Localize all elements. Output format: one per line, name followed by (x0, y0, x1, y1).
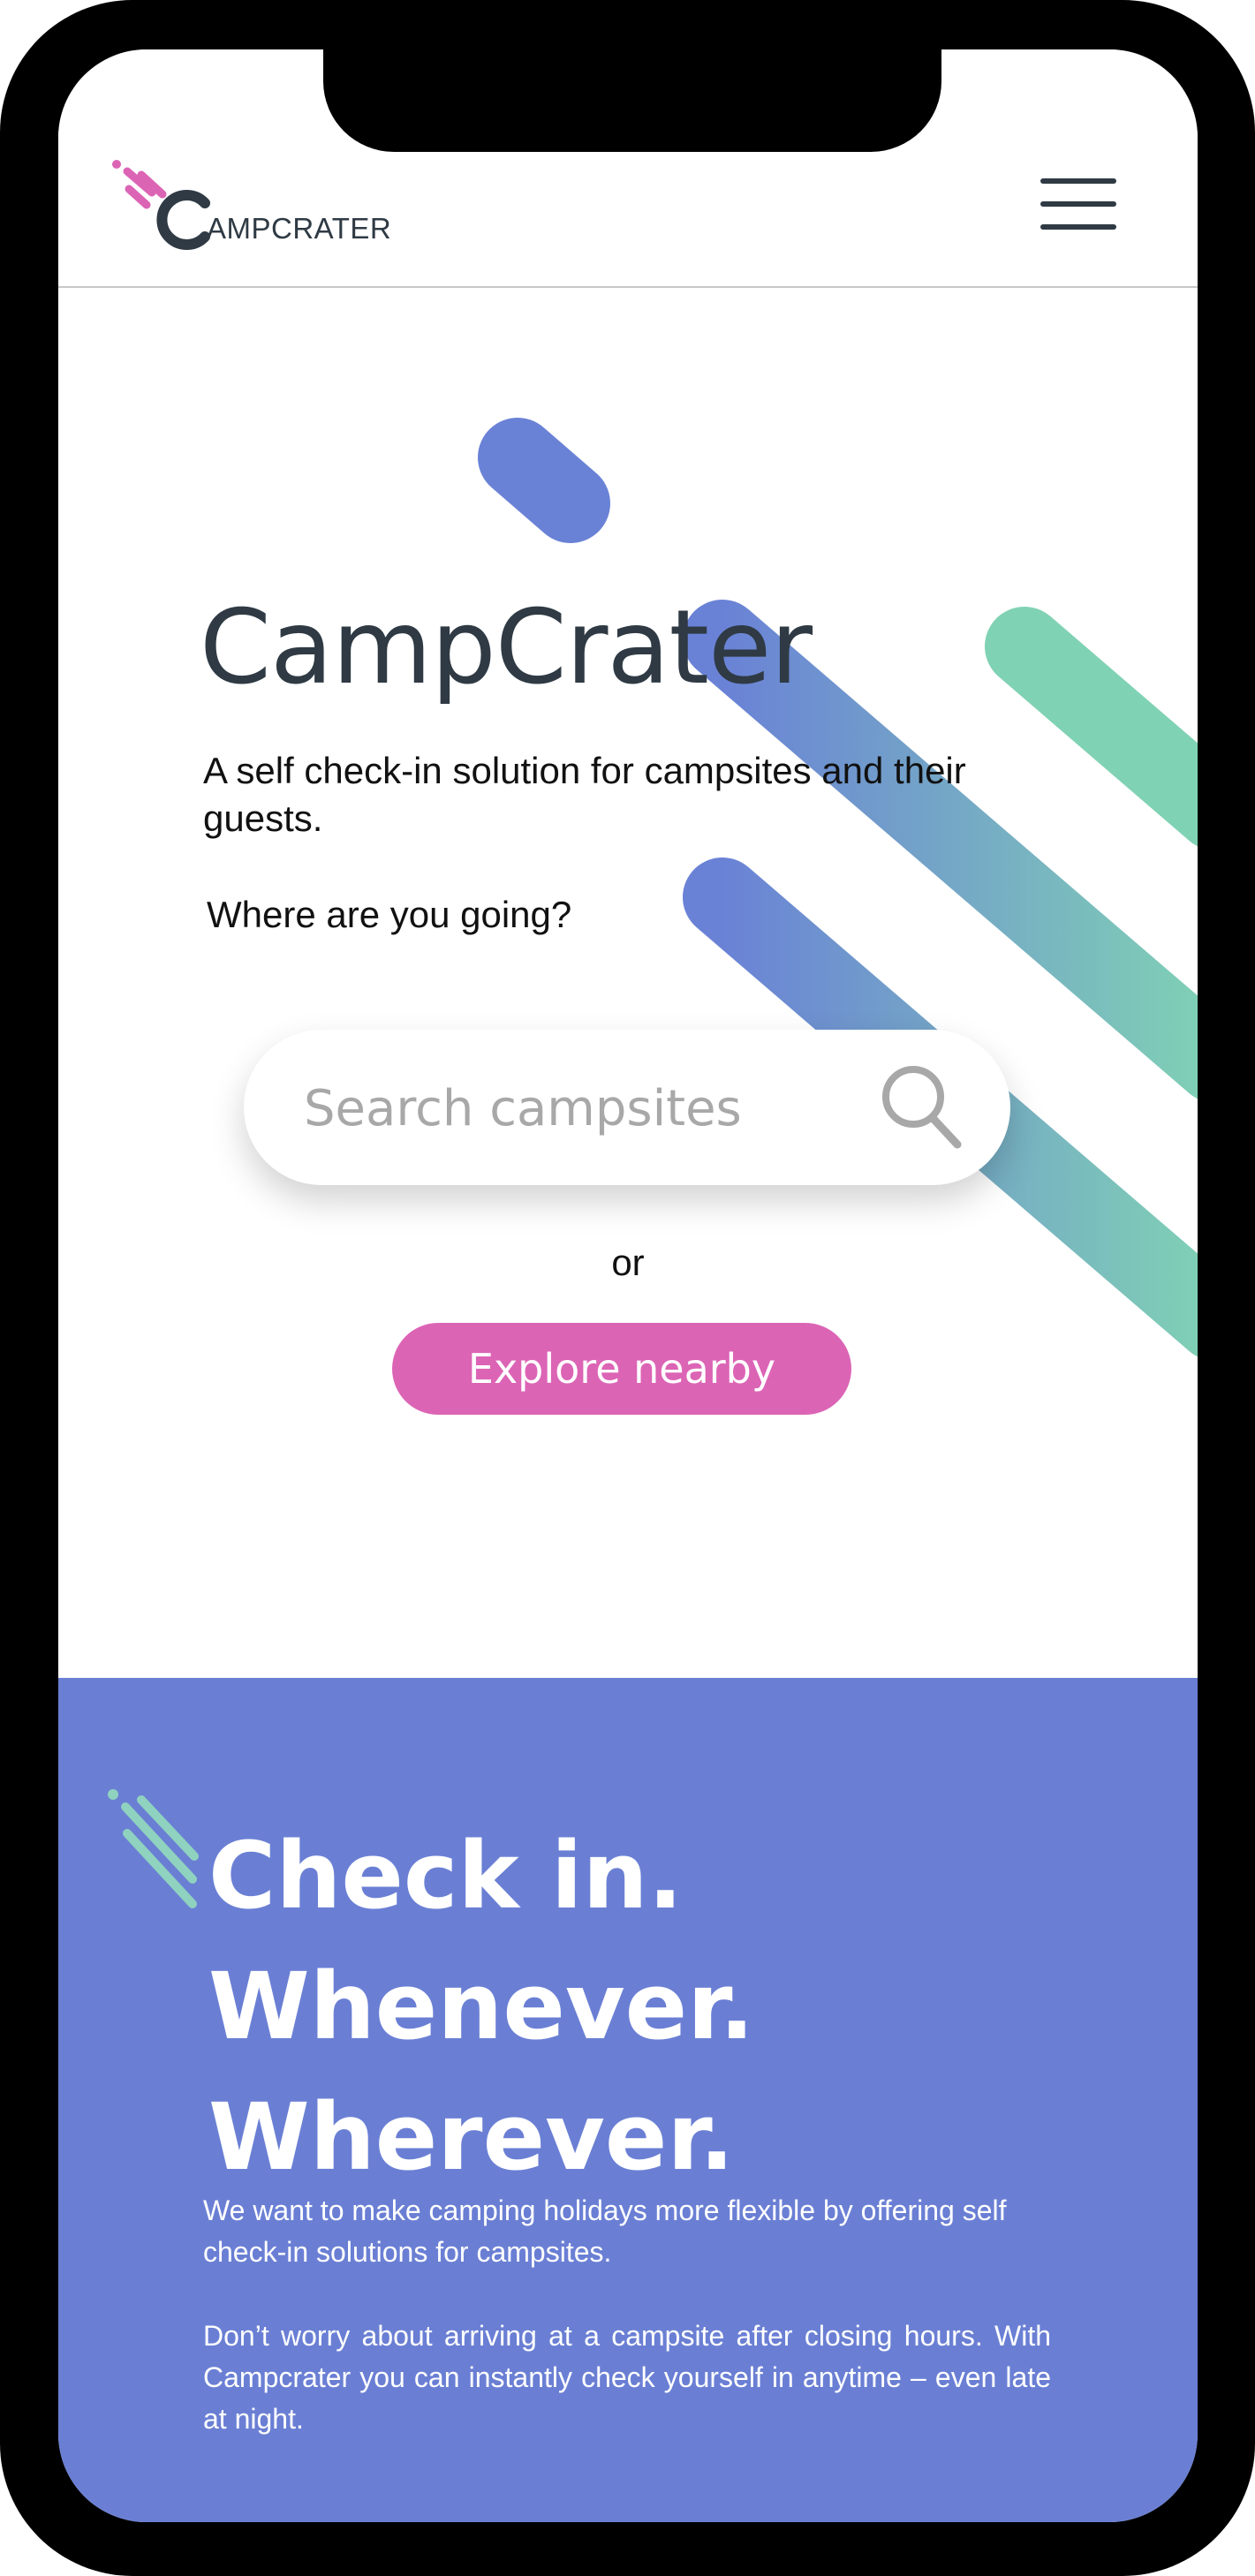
stripes-deco-icon (108, 1789, 199, 1908)
campcrater-logo-icon (112, 160, 210, 250)
phone-screen: AMPCRATER CampCrater A self check-in sol… (58, 49, 1198, 2522)
info-headline: Check in. Whenever. Wherever. (208, 1810, 1180, 2202)
search-bar (244, 1030, 1010, 1185)
hero-title: CampCrater (200, 588, 813, 707)
phone-notch (323, 49, 941, 152)
phone-frame: AMPCRATER CampCrater A self check-in sol… (0, 0, 1255, 2576)
menu-bar (1040, 201, 1116, 207)
menu-bar (1040, 224, 1116, 230)
hero-section: CampCrater A self check-in solution for … (58, 288, 1198, 1678)
info-section: Check in. Whenever. Wherever. We want to… (58, 1678, 1198, 2522)
decorative-stripes (478, 418, 1198, 1357)
info-paragraph-2: Don’t worry about arriving at a campsite… (203, 2320, 1051, 2435)
logo-text: AMPCRATER (207, 212, 392, 245)
info-paragraph-1: We want to make camping holidays more fl… (203, 2195, 1007, 2268)
search-input[interactable] (302, 1065, 853, 1152)
where-label: Where are you going? (207, 894, 572, 935)
or-label: or (611, 1242, 645, 1283)
hero-subtitle: A self check-in solution for campsites a… (203, 750, 966, 839)
info-headline-line1: Check in. Whenever. (208, 1822, 755, 2060)
hamburger-menu-icon[interactable] (1040, 178, 1116, 233)
menu-bar (1040, 178, 1116, 184)
explore-nearby-button[interactable]: Explore nearby (392, 1323, 851, 1415)
logo[interactable]: AMPCRATER (108, 157, 426, 254)
search-icon[interactable] (878, 1061, 966, 1153)
info-headline-line2: Wherever. (208, 2083, 735, 2191)
